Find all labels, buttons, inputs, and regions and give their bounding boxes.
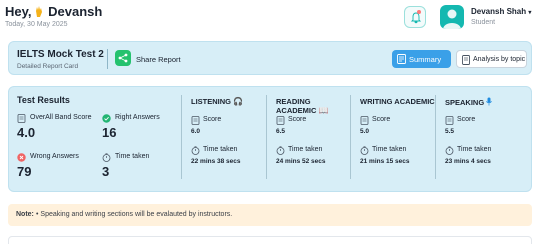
overall-band-score-value: 4.0 <box>17 125 36 140</box>
score-value: 6.0 <box>191 128 201 135</box>
section-title: WRITING ACADEMIC <box>360 97 435 106</box>
writing-title: WRITING ACADEMIC <box>360 97 440 115</box>
time-label: Time taken <box>372 146 407 153</box>
user-role: Student <box>471 19 496 26</box>
test-results-card: Test Results OverAll Band Score 4.0 Righ… <box>8 86 532 192</box>
share-report-label[interactable]: Share Report <box>136 55 181 64</box>
test-subtitle: Detailed Report Card <box>17 63 79 70</box>
user-avatar-icon <box>443 9 461 29</box>
book-icon: 📖 <box>318 106 329 115</box>
writing-section: WRITING ACADEMIC Score 5.0 Time taken 21… <box>360 97 440 175</box>
document-icon <box>360 116 369 125</box>
wrong-answers-label: Wrong Answers <box>30 153 79 160</box>
score-label: Score <box>372 116 391 123</box>
speaking-time: Time taken 23 mins 4 secs <box>445 145 525 175</box>
score-label: Score <box>457 116 476 123</box>
time-label: Time taken <box>288 146 323 153</box>
listening-score: Score 6.0 <box>191 115 271 145</box>
right-answers-label: Right Answers <box>115 114 160 121</box>
time-value: 21 mins 15 secs <box>360 158 410 165</box>
score-value: 6.5 <box>276 128 286 135</box>
note-text: • Speaking and writing sections will be … <box>36 211 233 218</box>
document-icon <box>445 116 454 125</box>
test-results-title: Test Results <box>17 95 70 105</box>
time-label: Time taken <box>457 146 492 153</box>
document-icon <box>17 114 26 123</box>
score-label: Score <box>203 116 222 123</box>
stopwatch-icon <box>276 146 285 155</box>
divider <box>181 95 182 179</box>
score-label: Score <box>288 116 307 123</box>
user-menu-button[interactable]: Devansh Shah ▾ <box>471 7 531 16</box>
notification-button[interactable] <box>404 6 426 28</box>
note-label: Note: <box>16 211 34 218</box>
speaking-score: Score 5.5 <box>445 115 525 145</box>
bell-icon <box>410 12 422 24</box>
wrong-answers-value: 79 <box>17 164 32 179</box>
note-banner: Note: • Speaking and writing sections wi… <box>8 204 532 226</box>
section-title: READING <box>276 97 311 106</box>
summary-tab-label: Summary <box>409 55 442 64</box>
stopwatch-icon <box>445 146 454 155</box>
summary-icon <box>397 54 406 64</box>
right-answers-value: 16 <box>102 125 117 140</box>
writing-score: Score 5.0 <box>360 115 440 145</box>
test-title: IELTS Mock Test 2 <box>17 49 104 60</box>
reading-section: READING ACADEMIC 📖 Score 6.5 Time taken … <box>276 97 356 175</box>
time-value: 23 mins 4 secs <box>445 158 491 165</box>
stopwatch-icon <box>191 146 200 155</box>
user-full-name: Devansh Shah <box>471 7 527 16</box>
chevron-down-icon: ▾ <box>528 10 532 16</box>
score-value: 5.5 <box>445 128 455 135</box>
analysis-by-topic-tab[interactable]: Analysis by topic <box>456 50 527 68</box>
time-label: Time taken <box>203 146 238 153</box>
writing-time: Time taken 21 mins 15 secs <box>360 145 440 175</box>
speaking-section: SPEAKING Score 5.5 Time taken 23 mins 4 … <box>445 97 525 175</box>
time-taken-value: 3 <box>102 164 110 179</box>
notification-dot <box>417 10 421 14</box>
reading-score: Score 6.5 <box>276 115 356 145</box>
report-header-card: IELTS Mock Test 2 Detailed Report Card S… <box>8 41 532 75</box>
user-first-name: Devansh <box>48 4 103 19</box>
document-icon <box>191 116 200 125</box>
section-title: LISTENING <box>191 97 232 106</box>
stopwatch-icon <box>360 146 369 155</box>
waving-hand-icon <box>35 6 42 17</box>
section-title: SPEAKING <box>445 98 485 107</box>
document-icon <box>276 116 285 125</box>
overall-band-score-label: OverAll Band Score <box>30 114 92 121</box>
document-icon <box>462 55 470 65</box>
share-icon <box>118 53 128 63</box>
cross-circle-icon <box>17 153 26 162</box>
summary-tab[interactable]: Summary <box>392 50 451 68</box>
section-title-line2: ACADEMIC <box>276 106 317 115</box>
microphone-icon <box>486 97 492 106</box>
greeting-text: Hey, <box>5 4 32 19</box>
listening-section: LISTENING 🎧 Score 6.0 Time taken 22 mins… <box>191 97 271 175</box>
header: Hey, Devansh Today, 30 May 2025 Devansh … <box>0 0 540 38</box>
time-value: 24 mins 52 secs <box>276 158 326 165</box>
greeting: Hey, Devansh <box>5 4 102 19</box>
listening-title: LISTENING 🎧 <box>191 97 271 115</box>
score-value: 5.0 <box>360 128 370 135</box>
check-circle-icon <box>102 114 111 123</box>
current-date: Today, 30 May 2025 <box>5 21 68 28</box>
avatar[interactable] <box>440 5 464 29</box>
headphones-icon: 🎧 <box>233 97 244 106</box>
reading-title: READING ACADEMIC 📖 <box>276 97 356 115</box>
analysis-by-topic-label: Analysis by topic <box>473 56 526 63</box>
time-value: 22 mins 38 secs <box>191 158 241 165</box>
speaking-title: SPEAKING <box>445 97 525 115</box>
divider <box>107 49 108 69</box>
stopwatch-icon <box>102 153 111 162</box>
time-taken-label: Time taken <box>115 153 150 160</box>
bottom-card <box>8 236 532 244</box>
reading-time: Time taken 24 mins 52 secs <box>276 145 356 175</box>
share-button[interactable] <box>115 50 131 66</box>
listening-time: Time taken 22 mins 38 secs <box>191 145 271 175</box>
